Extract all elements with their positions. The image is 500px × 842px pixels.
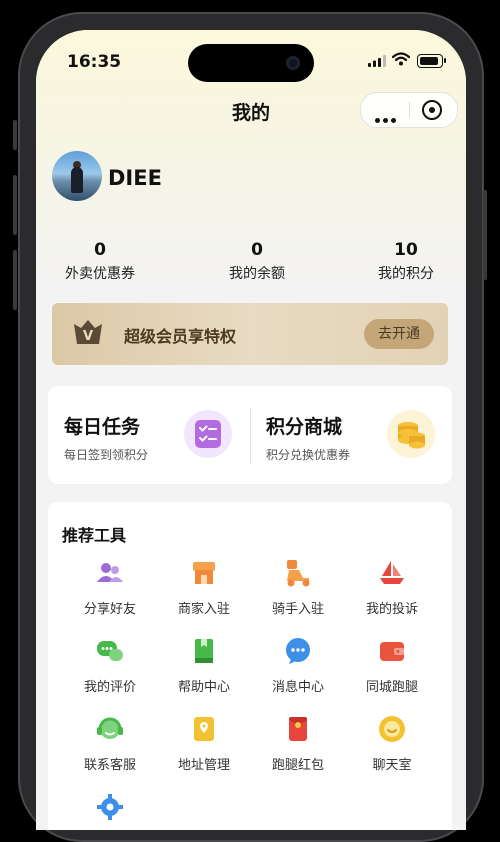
tool-label: 联系客服 [83,758,136,773]
vip-open-button[interactable]: 去开通 [364,319,434,349]
tool-label: 骑手入驻 [271,602,324,617]
tool-label: 分享好友 [83,602,136,617]
complaint-boat-icon [380,561,404,584]
stat-balance[interactable]: 0 我的余额 [197,240,317,283]
vip-text: 超级会员享特权 [124,327,237,346]
battery-icon [417,54,446,68]
stat-label: 外卖优惠券 [65,266,135,282]
tool-red-packet[interactable]: 跑腿红包 [251,714,345,773]
tool-share-friends[interactable]: 分享好友 [63,558,157,617]
tool-label: 我的投诉 [365,602,418,617]
miniprogram-capsule[interactable] [360,92,458,128]
camera-icon [286,56,300,70]
phone-side-button [483,190,487,280]
phone-side-button [13,120,17,150]
chatroom-icon [379,716,405,742]
gear-icon [97,794,123,820]
stat-label: 我的余额 [229,266,285,282]
points-mall-title[interactable]: 积分商城 [266,412,342,439]
tool-label: 帮助中心 [177,680,230,695]
tool-chatroom[interactable]: 聊天室 [345,714,439,773]
daily-task-button[interactable] [184,410,232,458]
wallet-icon [380,642,404,661]
status-bar: 16:35 [36,30,466,86]
tools-title: 推荐工具 [62,526,127,545]
daily-task-title[interactable]: 每日任务 [64,412,140,439]
username[interactable]: DIEE [108,166,162,190]
checklist-icon [195,420,221,448]
tool-label: 同城跑腿 [365,680,418,695]
phone-side-button [13,250,17,310]
tools-card: 推荐工具 分享好友 商家入驻 骑手入驻 我的投诉 我的评价 帮助中心 消息中心 … [48,502,452,830]
comment-icon [97,641,123,661]
points-mall-button[interactable] [387,410,435,458]
tool-comment[interactable]: 我的评价 [63,636,157,695]
signal-icon [368,55,386,67]
tool-customer-service[interactable]: 联系客服 [63,714,157,773]
wifi-icon [392,52,410,66]
phone-side-button [13,175,17,235]
coins-icon [398,422,425,449]
customer-service-icon [97,717,123,739]
scooter-icon [287,560,310,587]
stat-value: 0 [94,240,106,260]
share-friends-icon [97,563,123,582]
tool-messages[interactable]: 消息中心 [251,636,345,695]
points-mall-subtitle: 积分兑换优惠券 [266,448,351,462]
tool-label: 地址管理 [177,758,230,773]
task-divider [250,408,251,464]
daily-task-subtitle: 每日签到领积分 [64,448,149,462]
stat-points[interactable]: 10 我的积分 [346,240,466,283]
tool-settings-partial[interactable] [63,792,157,826]
more-icon[interactable] [375,108,399,127]
vip-badge-letter: V [83,329,93,344]
task-card: 每日任务 每日签到领积分 积分商城 积分兑换优惠券 [48,386,452,484]
tool-label: 聊天室 [372,758,412,773]
help-book-icon [195,639,213,663]
red-packet-icon [289,717,307,741]
tool-shop[interactable]: 商家入驻 [157,558,251,617]
tool-errand[interactable]: 同城跑腿 [345,636,439,695]
message-icon [286,638,310,664]
address-icon [194,717,214,741]
tool-address[interactable]: 地址管理 [157,714,251,773]
stat-label: 我的积分 [378,266,434,282]
vip-crown-icon: V [74,320,102,344]
tool-label: 消息中心 [271,680,324,695]
status-time: 16:35 [67,52,122,72]
tool-label: 我的评价 [83,680,136,695]
stat-value: 0 [251,240,263,260]
close-target-icon[interactable] [422,100,442,120]
shop-icon [193,562,215,584]
tool-label: 商家入驻 [177,602,230,617]
avatar[interactable] [52,151,102,201]
tool-rider[interactable]: 骑手入驻 [251,558,345,617]
capsule-divider [409,102,410,118]
tool-label: 跑腿红包 [271,758,324,773]
vip-banner[interactable]: V 超级会员享特权 去开通 [52,303,448,365]
app-screen: 16:35 我的 DIEE 0 外卖优惠券 0 我的余额 10 我的积分 V 超… [36,30,466,830]
tool-help[interactable]: 帮助中心 [157,636,251,695]
stat-coupons[interactable]: 0 外卖优惠券 [40,240,160,283]
avatar-person-body [71,167,83,193]
dynamic-island [188,44,314,82]
stat-value: 10 [394,240,418,260]
tool-complaint[interactable]: 我的投诉 [345,558,439,617]
